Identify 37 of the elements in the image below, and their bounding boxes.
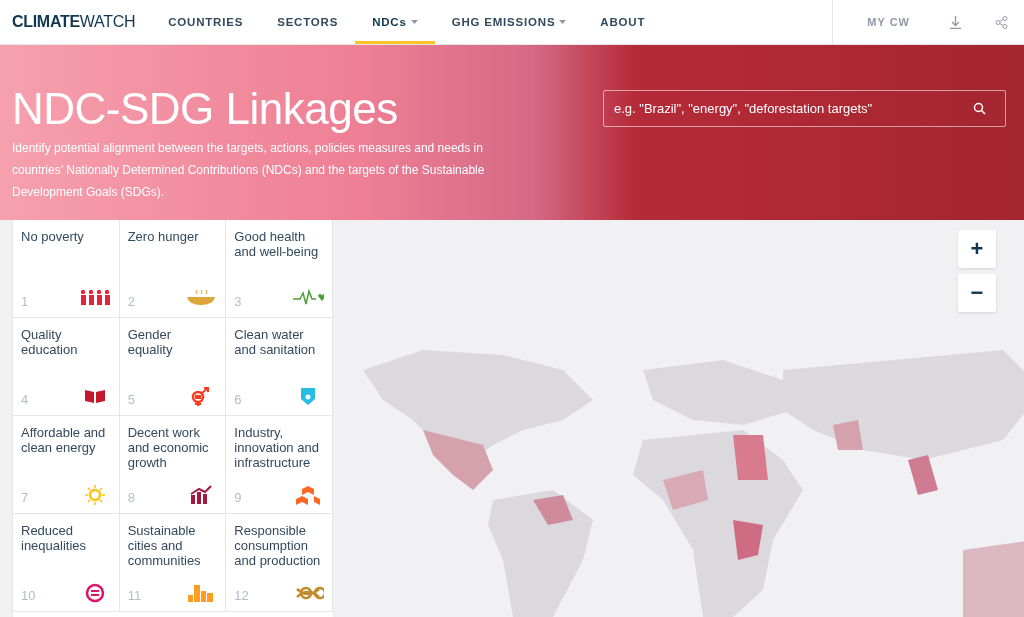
goal-number: 1 bbox=[21, 294, 29, 309]
goal-number: 8 bbox=[127, 490, 135, 505]
goal-tile[interactable]: Clean water and sanitation 6 bbox=[226, 318, 333, 416]
goal-number: 7 bbox=[21, 490, 29, 505]
goal-number: 9 bbox=[234, 490, 242, 505]
goal-number: 12 bbox=[234, 588, 249, 603]
goal-number: 2 bbox=[127, 294, 135, 309]
goal-number: 5 bbox=[127, 392, 135, 407]
goal-tile[interactable]: Sustainable cities and communities 11 bbox=[119, 514, 227, 612]
goal-tile[interactable]: Industry, innovation and infrastructure 9 bbox=[226, 416, 333, 514]
page-description: Identify potential alignment between the targets, actions, policies measures and needs in countries’ Nationally Determined Contributions (NDCs) and the targets of the Sustainable Development Goals (SDGs). bbox=[12, 140, 486, 201]
zoom-in-button[interactable]: + bbox=[958, 230, 996, 268]
goal-tile[interactable]: Good health and well-being 3 bbox=[226, 220, 333, 318]
goal-number: 10 bbox=[21, 588, 36, 603]
goal-tile[interactable]: Decent work and economic growth 8 bbox=[119, 416, 227, 514]
goal-tile[interactable]: Gender equality 5 bbox=[119, 318, 227, 416]
nav-link[interactable]: GHG EMISSIONS bbox=[434, 0, 584, 44]
goal-number: 4 bbox=[21, 392, 29, 407]
search-field[interactable]: e.g. "Brazil", "energy", "deforestation targets" bbox=[603, 90, 1006, 127]
share-icon[interactable] bbox=[994, 15, 1008, 29]
nav-link[interactable]: SECTORS bbox=[260, 0, 356, 44]
zoom-out-button[interactable]: − bbox=[958, 274, 996, 312]
climatewatch-logo[interactable]: CLIMATEWATCH bbox=[12, 13, 136, 31]
nav-link[interactable]: COUNTRIES bbox=[151, 0, 261, 44]
goal-tile[interactable]: No poverty 1 bbox=[13, 220, 120, 318]
goal-number: 3 bbox=[234, 294, 242, 309]
goal-tile[interactable]: Responsible consumption and production 12 bbox=[226, 514, 333, 612]
goal-tile[interactable]: Reduced inequalities 10 bbox=[13, 514, 120, 612]
goal-tile[interactable]: Quality education 4 bbox=[13, 318, 120, 416]
page-title: NDC-SDG Linkages bbox=[12, 85, 399, 133]
goal-tile[interactable]: Zero hunger 2 bbox=[119, 220, 227, 318]
goal-number: 6 bbox=[234, 392, 242, 407]
goal-tile[interactable]: Affordable and clean energy 7 bbox=[13, 416, 120, 514]
search-icon[interactable] bbox=[973, 102, 986, 115]
nav-link[interactable]: ABOUT bbox=[583, 0, 663, 44]
goal-number: 11 bbox=[127, 588, 142, 603]
download-icon[interactable] bbox=[948, 15, 962, 29]
